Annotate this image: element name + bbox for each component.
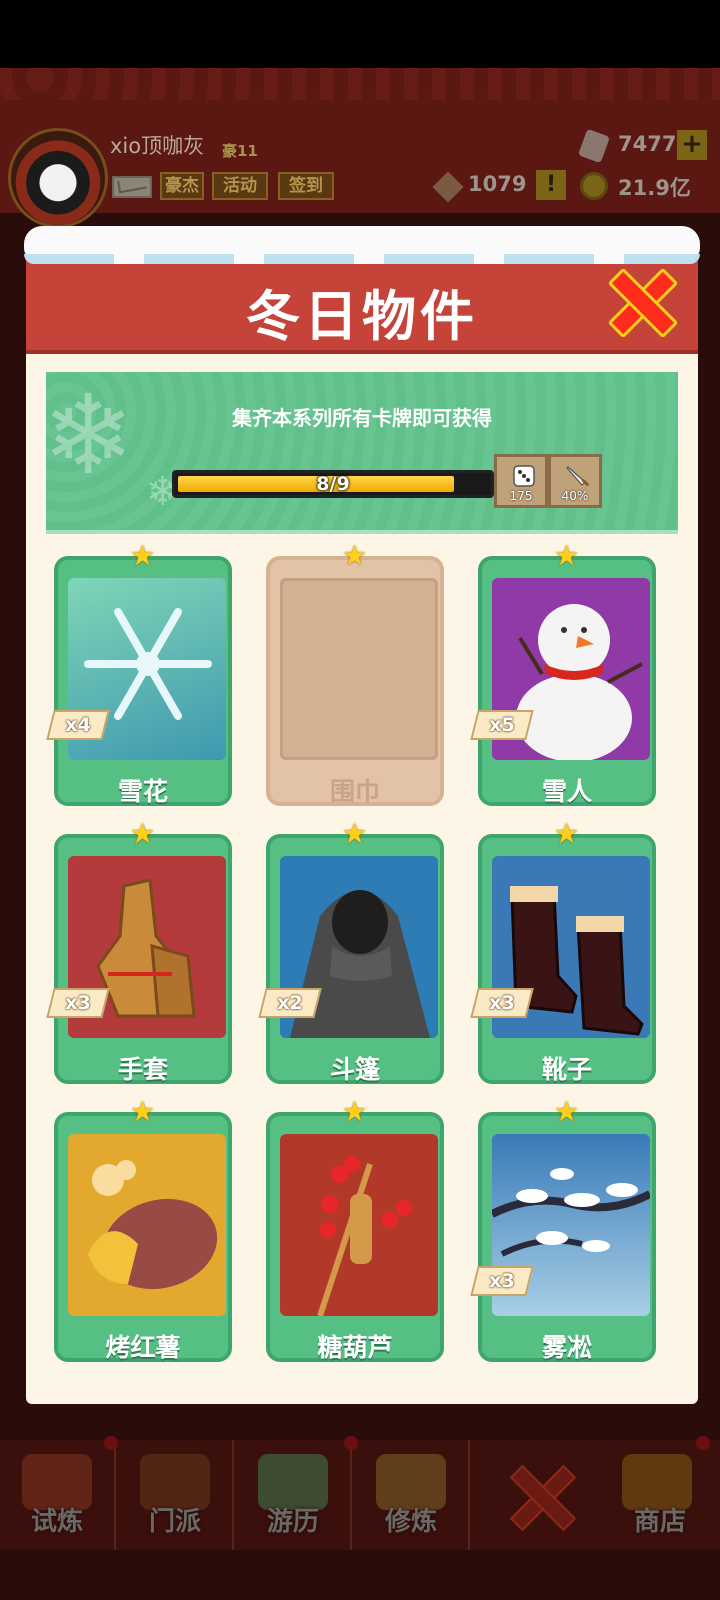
- progress-label: 8/9: [316, 473, 350, 495]
- star-icon: ★: [342, 1095, 368, 1128]
- card-count: x5: [489, 714, 515, 736]
- card-name: 斗篷: [329, 1055, 380, 1084]
- mail-icon[interactable]: [112, 176, 152, 198]
- star-icon: ★: [554, 1095, 580, 1128]
- tab-label: 门派: [148, 1507, 201, 1537]
- checkin-button[interactable]: 签到: [278, 172, 334, 200]
- card-count: x2: [277, 992, 303, 1014]
- reward-value: 40%: [561, 489, 589, 503]
- notification-dot: [104, 1436, 118, 1450]
- card-candied-haws[interactable]: 糖葫芦 ★: [266, 1098, 444, 1362]
- card-scarf[interactable]: 围巾 ★: [266, 542, 444, 806]
- close-button[interactable]: [610, 270, 670, 330]
- card-count: x3: [489, 1270, 515, 1292]
- card-count: x3: [65, 992, 91, 1014]
- card-snowman[interactable]: 雪人 x5 ★: [470, 542, 656, 806]
- star-icon: ★: [554, 539, 580, 572]
- candied-haws-art-icon: [280, 1134, 438, 1316]
- tab-label: 试炼: [30, 1507, 83, 1537]
- card-frame: 围巾: [266, 556, 444, 806]
- snowflake-decoration-icon: ❄: [46, 372, 135, 499]
- card-frame: 靴子: [478, 834, 656, 1084]
- diamond-icon: [432, 171, 464, 203]
- card-name: 围巾: [329, 777, 380, 806]
- diamond-count: 1079: [468, 172, 527, 196]
- card-count-badge: x3: [470, 988, 534, 1018]
- card-count-badge: x3: [470, 1266, 534, 1296]
- card-rime[interactable]: 雾凇 x3 ★: [470, 1098, 656, 1362]
- card-name: 雪花: [117, 777, 168, 806]
- snow-decoration: [24, 226, 700, 264]
- tab-label: 游历: [266, 1507, 319, 1537]
- card-count-badge: x4: [46, 710, 110, 740]
- banner-text: 集齐本系列所有卡牌即可获得: [232, 406, 492, 430]
- gold-coin-icon: [580, 172, 608, 200]
- dialog-title: 冬日物件: [246, 285, 478, 348]
- tab-sect[interactable]: 门派: [118, 1440, 234, 1550]
- star-icon: ★: [130, 539, 156, 572]
- star-icon: ★: [130, 817, 156, 850]
- star-icon: ★: [342, 539, 368, 572]
- card-frame: 雪花: [54, 556, 232, 806]
- reward-dice[interactable]: 175: [494, 454, 548, 508]
- winter-items-dialog: 冬日物件 ❄ ❄ 集齐本系列所有卡牌即可获得 8/9 175 40% 雪花 x4…: [24, 226, 700, 1404]
- sweet-potato-art-icon: [68, 1134, 226, 1316]
- tab-trial[interactable]: 试炼: [0, 1440, 116, 1550]
- tab-cultivate[interactable]: 修炼: [354, 1440, 470, 1550]
- add-gems-button[interactable]: +: [677, 130, 707, 160]
- card-frame: 斗篷: [266, 834, 444, 1084]
- alert-button[interactable]: !: [536, 170, 566, 200]
- card-frame: 手套: [54, 834, 232, 1084]
- reward-attack[interactable]: 40%: [548, 454, 602, 508]
- events-button[interactable]: 活动: [212, 172, 268, 200]
- star-icon: ★: [554, 817, 580, 850]
- star-icon: ★: [130, 1095, 156, 1128]
- locked-card-placeholder: [280, 578, 438, 760]
- gem-icon: [577, 128, 611, 164]
- card-name: 雪人: [541, 777, 592, 806]
- card-frame: 糖葫芦: [266, 1112, 444, 1362]
- card-count: x3: [489, 992, 515, 1014]
- card-count-badge: x5: [470, 710, 534, 740]
- card-frame: 烤红薯: [54, 1112, 232, 1362]
- player-header: xio顶咖灰 豪11 豪杰 活动 签到 7477 + 1079 ! 21.9亿: [0, 68, 720, 228]
- card-name: 靴子: [541, 1055, 592, 1084]
- card-boots[interactable]: 靴子 x3 ★: [470, 820, 656, 1084]
- player-avatar[interactable]: [8, 128, 108, 228]
- player-level: 豪11: [222, 142, 258, 160]
- card-name: 烤红薯: [105, 1333, 181, 1362]
- card-count: x4: [65, 714, 91, 736]
- star-icon: ★: [342, 817, 368, 850]
- card-sweet-potato[interactable]: 烤红薯 ★: [54, 1098, 232, 1362]
- gem-count: 7477: [618, 132, 677, 156]
- tab-shop[interactable]: 商店: [600, 1440, 720, 1550]
- card-cloak[interactable]: 斗篷 x2 ★: [258, 820, 444, 1084]
- tab-travel[interactable]: 游历: [236, 1440, 352, 1550]
- sword-icon: [566, 466, 590, 487]
- card-count-badge: x3: [46, 988, 110, 1018]
- card-name: 糖葫芦: [317, 1333, 393, 1362]
- dice-icon: [513, 465, 535, 487]
- heroes-button[interactable]: 豪杰: [160, 172, 204, 200]
- bottom-nav: 试炼 门派 游历 修炼 商店: [0, 1436, 720, 1550]
- notification-dot: [696, 1436, 710, 1450]
- collection-reward-banner: ❄ ❄ 集齐本系列所有卡牌即可获得 8/9 175 40%: [46, 372, 678, 534]
- collection-progress-bar: 8/9: [172, 470, 494, 498]
- card-frame: 雾凇: [478, 1112, 656, 1362]
- notification-dot: [344, 1436, 358, 1450]
- nav-close-icon[interactable]: [504, 1460, 576, 1532]
- tab-label: 商店: [633, 1507, 686, 1537]
- card-count-badge: x2: [258, 988, 322, 1018]
- card-snowflake[interactable]: 雪花 x4 ★: [46, 542, 232, 806]
- card-frame: 雪人: [478, 556, 656, 806]
- card-name: 雾凇: [541, 1333, 592, 1362]
- reward-value: 175: [509, 489, 533, 503]
- card-name: 手套: [117, 1055, 168, 1084]
- card-gloves[interactable]: 手套 x3 ★: [46, 820, 232, 1084]
- gold-count: 21.9亿: [618, 176, 691, 200]
- player-name: xio顶咖灰: [110, 134, 205, 158]
- tab-label: 修炼: [384, 1507, 437, 1537]
